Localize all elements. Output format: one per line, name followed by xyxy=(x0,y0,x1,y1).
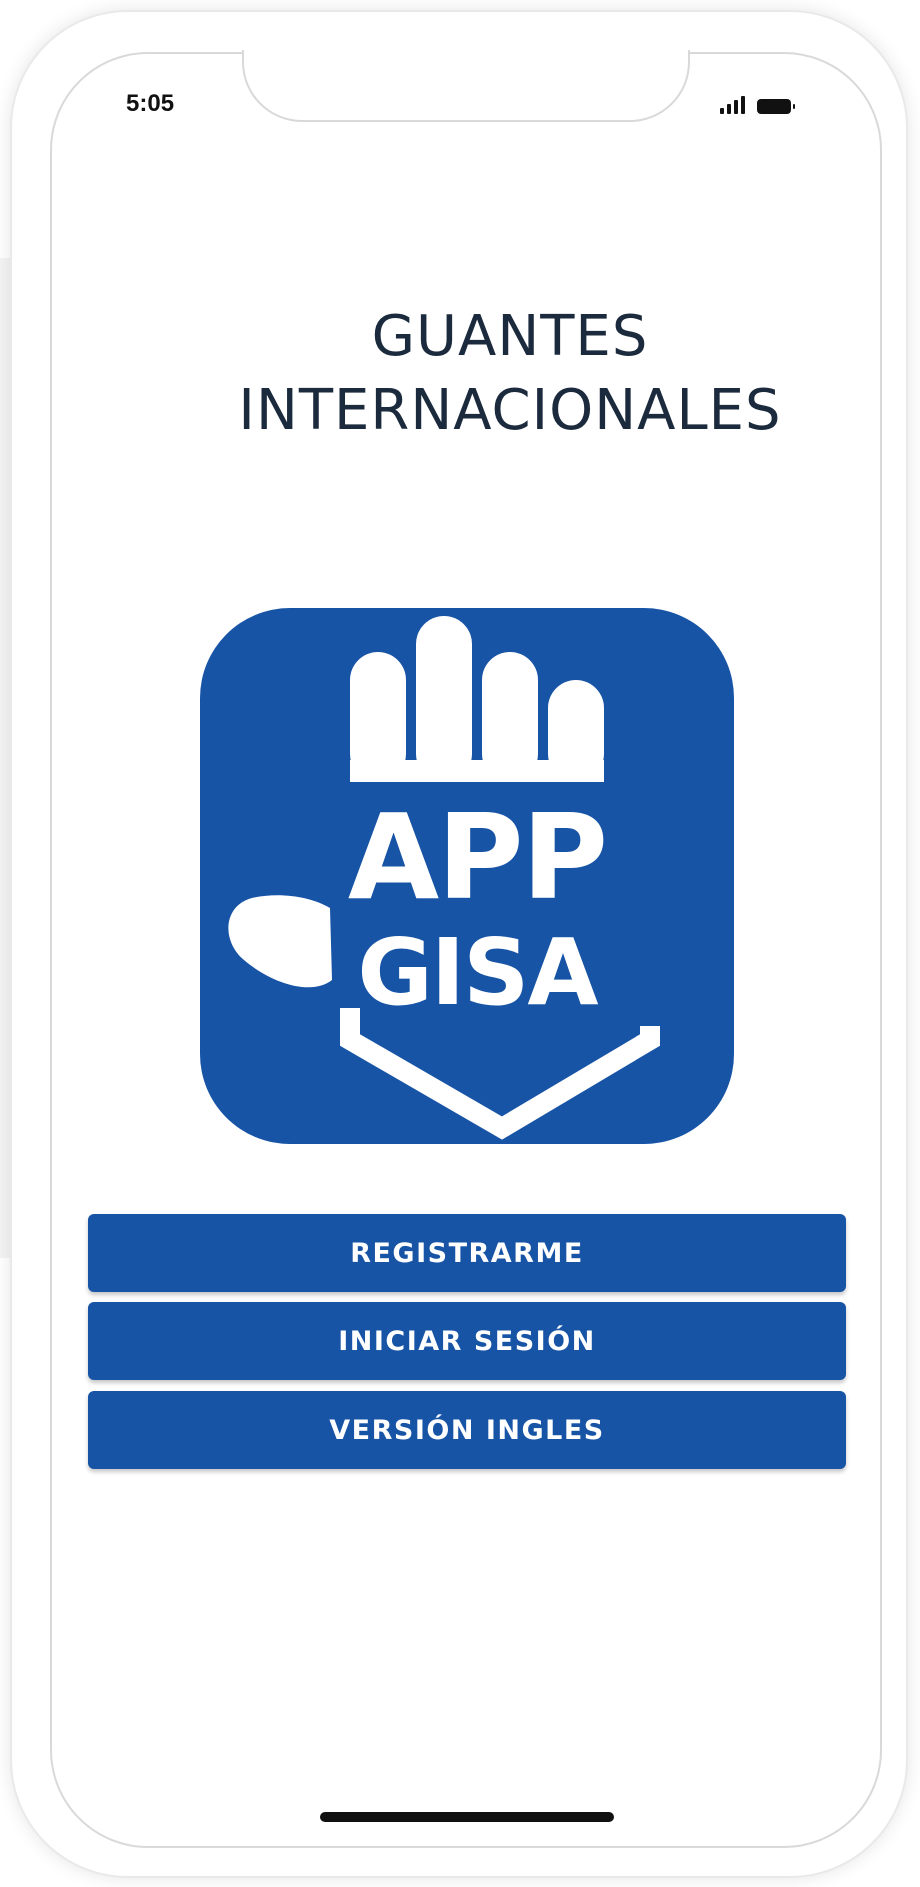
app-gisa-logo: APP GISA xyxy=(200,608,734,1144)
register-button[interactable]: REGISTRARME xyxy=(88,1214,846,1292)
app-title-line-1: GUANTES xyxy=(371,304,649,369)
logo-text-gisa: GISA xyxy=(357,919,598,1026)
finger-2 xyxy=(416,616,472,782)
status-icons xyxy=(720,96,795,114)
english-version-button[interactable]: VERSIÓN INGLES xyxy=(88,1391,846,1469)
logo-text-app: APP xyxy=(348,788,606,926)
battery-icon xyxy=(757,99,795,114)
home-indicator[interactable] xyxy=(320,1812,614,1822)
app-title-line-2: INTERNACIONALES xyxy=(238,378,782,443)
palm-band xyxy=(350,760,604,782)
login-button[interactable]: INICIAR SESIÓN xyxy=(88,1302,846,1380)
status-time: 5:05 xyxy=(126,90,175,117)
signal-icon xyxy=(720,96,745,114)
notch-cover xyxy=(244,44,688,56)
phone-notch xyxy=(242,50,690,122)
app-title: GUANTES INTERNACIONALES xyxy=(150,300,870,448)
